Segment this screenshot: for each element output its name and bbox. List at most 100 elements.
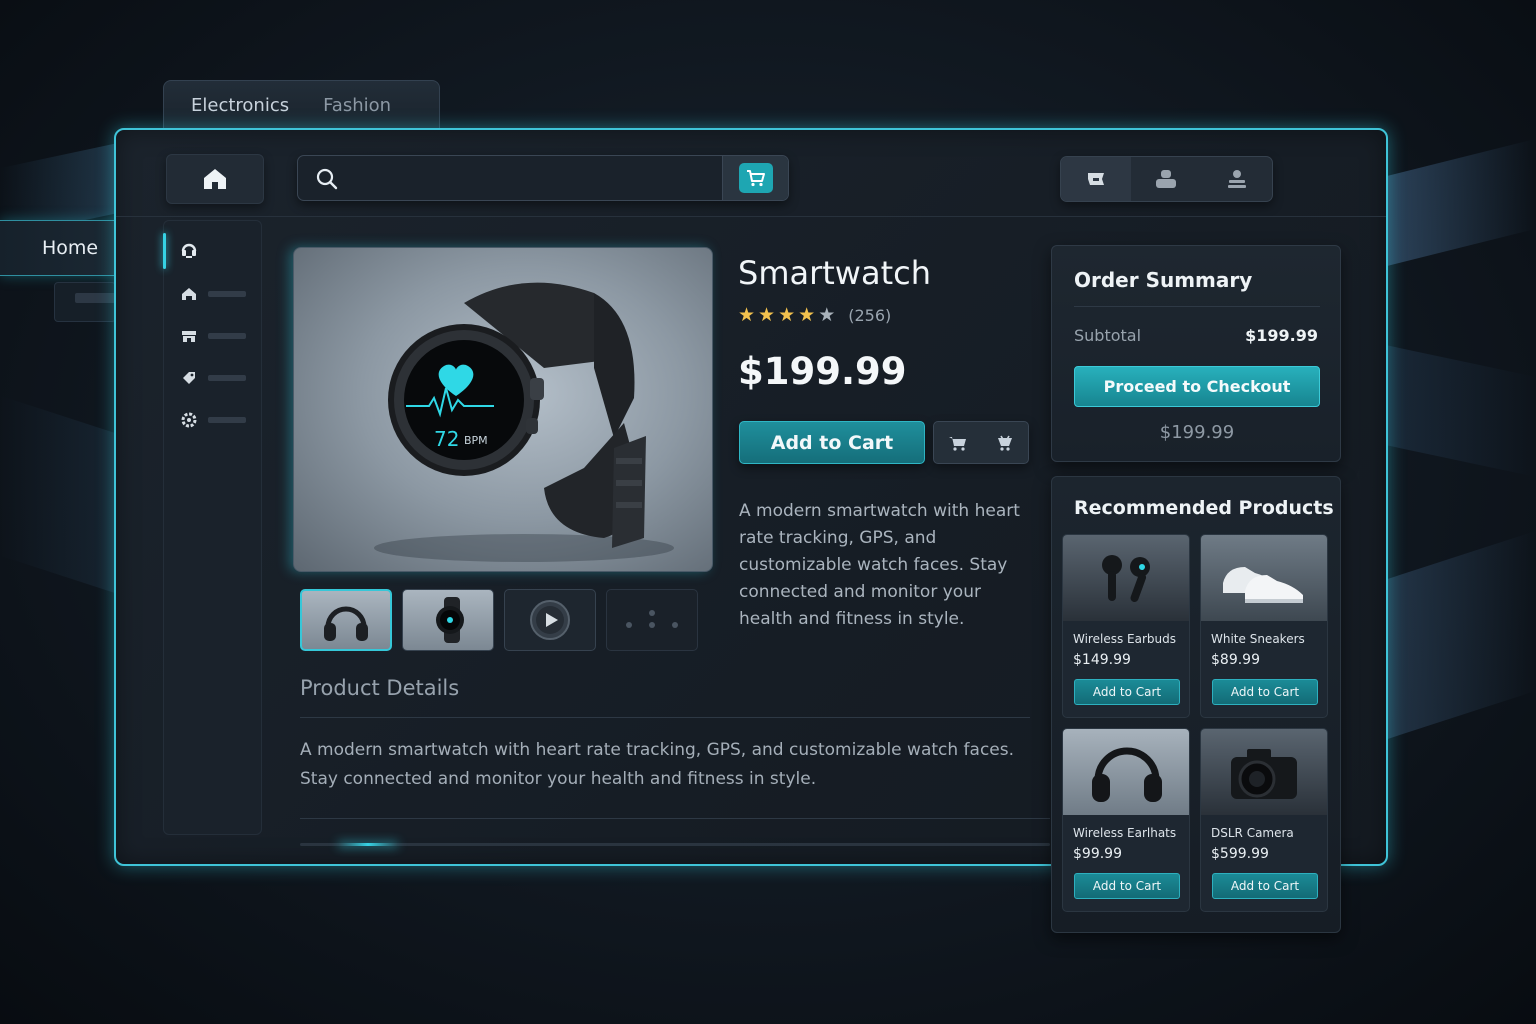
home-button[interactable] — [166, 154, 264, 204]
thumbnail-more[interactable] — [606, 589, 698, 651]
wishlist-button[interactable] — [981, 422, 1028, 463]
add-to-cart-button[interactable]: Add to Cart — [1074, 873, 1180, 899]
product-details-text: A modern smartwatch with heart rate trac… — [300, 740, 1015, 789]
product-image — [1063, 729, 1189, 815]
product-name: Wireless Earlhats — [1073, 826, 1177, 840]
carousel-progress-track[interactable] — [300, 843, 1050, 846]
shop-icon — [1088, 173, 1105, 185]
product-description: A modern smartwatch with heart rate trac… — [739, 501, 1020, 629]
product-rating: ★ ★ ★ ★ ★ (256) — [738, 304, 891, 326]
sidebar-item-settings[interactable] — [164, 405, 263, 435]
header-icon-group — [1060, 156, 1273, 202]
sneakers-icon — [1223, 567, 1303, 603]
sidebar-item-store[interactable] — [164, 321, 263, 351]
sidebar-item-support[interactable] — [164, 235, 263, 265]
store-icon — [182, 331, 196, 342]
headphones-icon — [324, 606, 368, 641]
product-name: DSLR Camera — [1211, 826, 1294, 840]
proceed-to-checkout-button[interactable]: Proceed to Checkout — [1074, 366, 1320, 407]
add-to-cart-button[interactable]: Add to Cart — [739, 421, 925, 464]
recommended-title: Recommended Products — [1074, 497, 1334, 519]
user-button[interactable] — [1131, 157, 1201, 201]
product-main-image[interactable]: 72 BPM — [293, 247, 713, 572]
sidebar-item-home[interactable] — [164, 279, 263, 309]
camera-icon — [1231, 749, 1297, 799]
search-icon — [316, 168, 338, 190]
search-cart-button[interactable] — [722, 156, 788, 200]
headset-icon — [181, 243, 197, 258]
thumbnail-smartwatch[interactable] — [402, 589, 494, 651]
star-icon: ★ — [738, 304, 756, 326]
search-input[interactable] — [348, 162, 718, 196]
tab-fashion[interactable]: Fashion — [323, 95, 391, 116]
star-icon: ★ — [798, 304, 816, 326]
account-button[interactable] — [1202, 157, 1272, 201]
smartwatch-icon — [436, 597, 464, 643]
more-dots-icon — [626, 610, 678, 628]
account-icon — [1227, 170, 1246, 188]
product-image — [1201, 729, 1327, 815]
review-count[interactable]: (256) — [848, 306, 891, 325]
product-details-heading: Product Details — [300, 676, 460, 700]
shopping-cart-icon — [746, 170, 765, 187]
details-divider — [300, 717, 1030, 718]
sidebar-item-placeholder — [208, 417, 246, 423]
carousel-progress-fill — [337, 843, 398, 846]
add-to-cart-button[interactable]: Add to Cart — [1074, 679, 1180, 705]
basket-icon — [997, 435, 1012, 451]
product-card-sneakers[interactable]: White Sneakers $89.99 Add to Cart — [1200, 534, 1328, 718]
product-price: $89.99 — [1211, 652, 1260, 668]
recommended-products-panel: Recommended Products Wireless Earbuds $1… — [1051, 476, 1341, 933]
home-sub-panel — [54, 282, 116, 322]
half-star-icon: ★ — [818, 304, 836, 326]
search-bar — [297, 155, 789, 201]
home-icon — [182, 288, 196, 300]
order-total: $199.99 — [1159, 422, 1235, 443]
watch-bpm-unit: BPM — [464, 434, 488, 447]
product-price: $99.99 — [1073, 846, 1122, 862]
background-light-streak — [1376, 342, 1536, 478]
headphones-icon — [1092, 747, 1162, 802]
content-divider — [300, 818, 1050, 819]
gear-icon — [181, 412, 197, 428]
cart-icon — [948, 436, 966, 451]
thumbnail-strip — [300, 589, 698, 651]
product-image — [1201, 535, 1327, 621]
home-icon — [204, 169, 226, 189]
add-to-cart-button[interactable]: Add to Cart — [1212, 873, 1318, 899]
product-card-earbuds[interactable]: Wireless Earbuds $149.99 Add to Cart — [1062, 534, 1190, 718]
play-icon — [530, 600, 570, 640]
tab-electronics[interactable]: Electronics — [191, 95, 289, 116]
smartwatch-image: 72 BPM — [374, 282, 674, 562]
background-light-streak — [1366, 138, 1536, 272]
sidebar-item-placeholder — [208, 291, 246, 297]
product-name: White Sneakers — [1211, 632, 1305, 646]
cart-button[interactable] — [934, 422, 981, 463]
product-price: $149.99 — [1073, 652, 1131, 668]
order-summary-divider — [1074, 306, 1320, 307]
watch-bpm-value: 72 — [434, 427, 459, 451]
order-summary-title: Order Summary — [1074, 268, 1253, 292]
product-image — [1063, 535, 1189, 621]
order-summary-panel: Order Summary Subtotal $199.99 Proceed t… — [1051, 245, 1341, 462]
sidebar-item-placeholder — [208, 333, 246, 339]
product-card-camera[interactable]: DSLR Camera $599.99 Add to Cart — [1200, 728, 1328, 912]
product-card-headphones[interactable]: Wireless Earlhats $99.99 Add to Cart — [1062, 728, 1190, 912]
header-divider — [116, 216, 1386, 217]
user-icon — [1156, 170, 1177, 188]
category-tabs: Electronics Fashion — [163, 80, 440, 130]
sidebar-item-deals[interactable] — [164, 363, 263, 393]
home-nav-tab[interactable]: Home — [0, 220, 120, 276]
add-to-cart-button[interactable]: Add to Cart — [1212, 679, 1318, 705]
product-price: $199.99 — [738, 350, 907, 393]
shop-button[interactable] — [1061, 157, 1132, 201]
star-icon: ★ — [758, 304, 776, 326]
tag-icon — [183, 372, 195, 384]
product-price: $599.99 — [1211, 846, 1269, 862]
cart-action-group — [933, 421, 1029, 464]
subtotal-label: Subtotal — [1074, 326, 1142, 345]
product-name: Wireless Earbuds — [1073, 632, 1176, 646]
thumbnail-video[interactable] — [504, 589, 596, 651]
thumbnail-headphones[interactable] — [300, 589, 392, 651]
earbuds-icon — [1102, 555, 1150, 603]
